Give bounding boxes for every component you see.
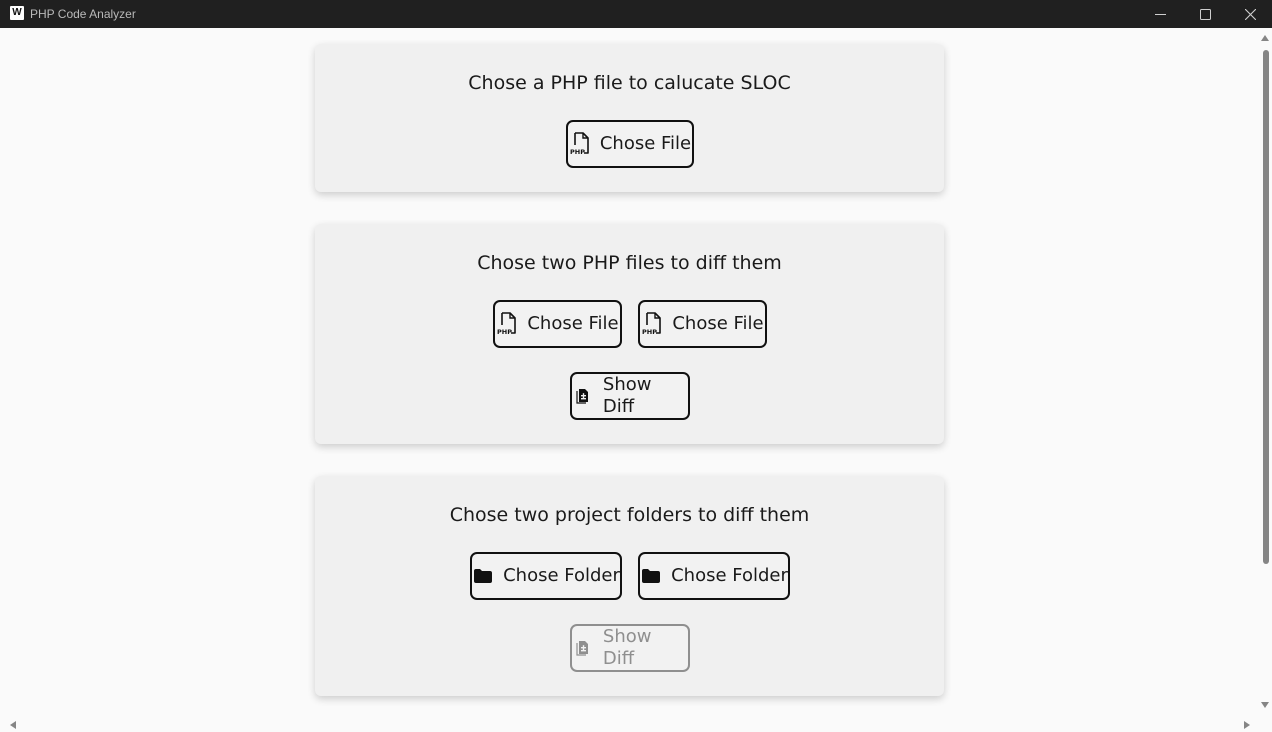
close-button[interactable] [1227,0,1272,28]
maximize-button[interactable] [1182,0,1228,28]
svg-text:PHP: PHP [497,328,512,336]
sloc-card-heading: Chose a PHP file to calucate SLOC [468,72,791,94]
file-show-diff-label: Show Diff [602,374,652,417]
sloc-card: Chose a PHP file to calucate SLOC PHP Ch… [315,44,944,192]
svg-text:PHP: PHP [570,148,585,156]
vertical-scroll-thumb[interactable] [1263,50,1269,564]
window-title: PHP Code Analyzer [30,7,136,21]
maximize-icon [1199,8,1211,20]
file-diff-chose-file-2-button[interactable]: PHP Chose File [638,300,767,348]
close-icon [1244,8,1256,20]
folder-show-diff-button[interactable]: Show Diff [570,624,690,672]
scroll-down-arrow-icon[interactable] [1261,701,1269,709]
php-file-icon: PHP [496,312,518,336]
folder-diff-chose-folder-1-button[interactable]: Chose Folder [470,552,622,600]
folder-diff-chose-folder-1-label: Chose Folder [503,565,620,586]
file-diff-chose-file-2-label: Chose File [672,313,764,334]
file-diff-icon [572,636,594,660]
scroll-up-arrow-icon[interactable] [1261,34,1269,42]
folder-show-diff-label: Show Diff [602,626,652,669]
scroll-right-arrow-icon[interactable] [1243,721,1251,729]
sloc-chose-file-label: Chose File [599,133,692,154]
scroll-left-arrow-icon[interactable] [9,721,17,729]
php-file-icon: PHP [641,312,663,336]
scrollbar-corner [1258,718,1272,732]
php-file-icon: PHP [569,132,591,156]
folder-diff-card-heading: Chose two project folders to diff them [449,504,810,526]
folder-icon [640,564,662,588]
file-diff-chose-file-1-button[interactable]: PHP Chose File [493,300,622,348]
folder-icon [472,564,494,588]
file-diff-card-heading: Chose two PHP files to diff them [477,252,782,274]
folder-diff-chose-folder-2-button[interactable]: Chose Folder [638,552,790,600]
folder-diff-chose-folder-2-label: Chose Folder [671,565,788,586]
file-show-diff-button[interactable]: Show Diff [570,372,690,420]
app-logo-icon: W [10,6,24,20]
minimize-icon [1154,13,1166,15]
file-diff-icon [572,384,594,408]
minimize-button[interactable] [1137,0,1183,28]
horizontal-scrollbar[interactable] [0,718,1258,732]
file-diff-card: Chose two PHP files to diff them PHP Cho… [315,224,944,444]
folder-diff-card: Chose two project folders to diff them C… [315,476,944,696]
title-bar: W PHP Code Analyzer [0,0,1272,28]
svg-text:PHP: PHP [642,328,657,336]
sloc-chose-file-button[interactable]: PHP Chose File [566,120,694,168]
vertical-scrollbar[interactable] [1258,28,1272,718]
file-diff-chose-file-1-label: Chose File [527,313,619,334]
